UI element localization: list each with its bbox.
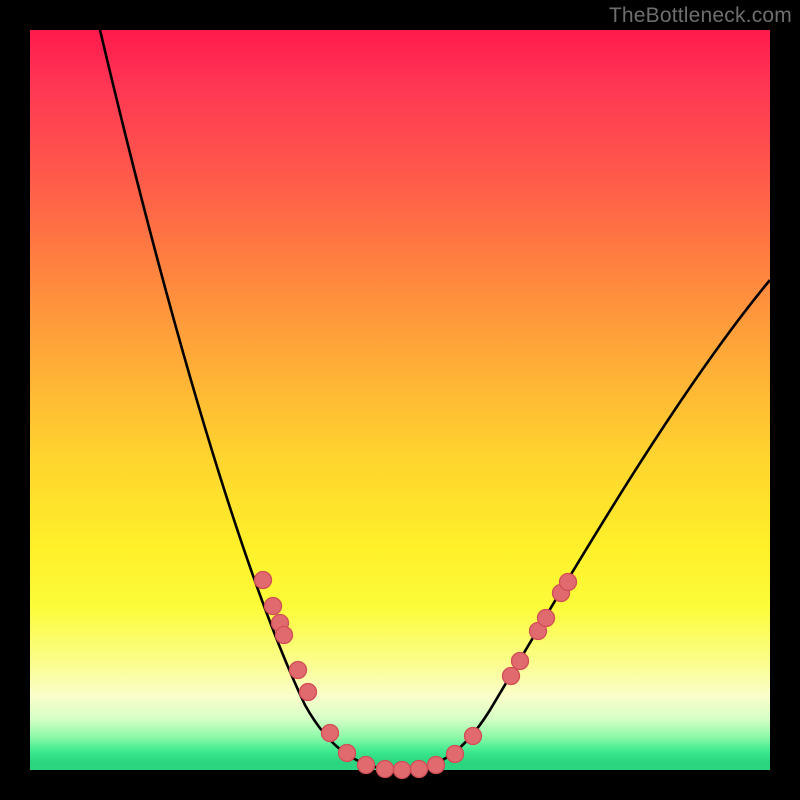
data-marker <box>538 610 555 627</box>
data-marker <box>512 653 529 670</box>
data-marker <box>358 757 375 774</box>
data-marker <box>560 574 577 591</box>
bottleneck-curve <box>100 30 770 770</box>
data-marker <box>255 572 272 589</box>
data-marker <box>428 757 445 774</box>
data-marker <box>447 746 464 763</box>
curve-layer <box>100 30 770 770</box>
data-marker <box>411 761 428 778</box>
data-marker <box>503 668 520 685</box>
chart-frame: TheBottleneck.com <box>0 0 800 800</box>
data-marker <box>290 662 307 679</box>
marker-layer <box>255 572 577 779</box>
data-marker <box>265 598 282 615</box>
watermark-text: TheBottleneck.com <box>609 4 792 28</box>
data-marker <box>276 627 293 644</box>
data-marker <box>322 725 339 742</box>
data-marker <box>377 761 394 778</box>
data-marker <box>465 728 482 745</box>
data-marker <box>339 745 356 762</box>
data-marker <box>394 762 411 779</box>
plot-area <box>30 30 770 770</box>
data-marker <box>300 684 317 701</box>
chart-svg <box>30 30 770 770</box>
